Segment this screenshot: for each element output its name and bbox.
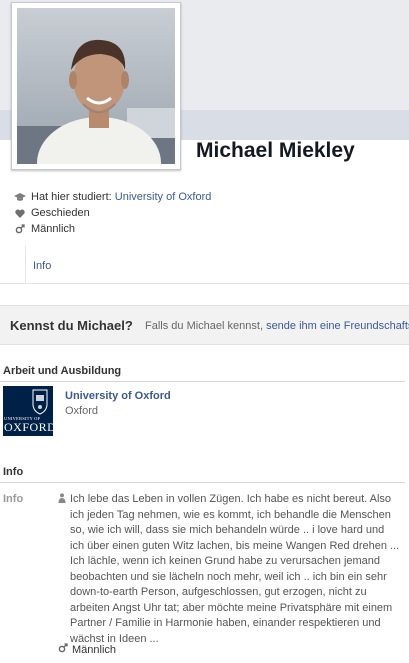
heart-icon [14,207,26,219]
tab-info[interactable]: Info [33,260,51,272]
person-icon [58,493,66,506]
info-gender-value: Männlich [72,643,117,656]
know-question: Kennst du Michael? [10,318,133,333]
intro-facts: Hat hier studiert: University of Oxford … [14,189,211,237]
male-symbol-icon [58,643,68,656]
know-person-bar: Kennst du Michael? Falls du Michael kenn… [0,305,409,345]
gender-value: Männlich [31,223,76,235]
work-school-title[interactable]: University of Oxford [65,390,171,402]
tab-divider [25,246,26,284]
studied-prefix: Hat hier studiert: [31,191,112,203]
info-section-divider [0,482,405,483]
know-text: Falls du Michael kennst, sende ihm eine … [145,320,409,332]
work-section-heading: Arbeit und Ausbildung [3,365,122,377]
studied-school-link[interactable]: University of Oxford [115,191,212,203]
oxford-crest-icon [3,386,53,436]
send-friend-request-link[interactable]: sende ihm eine Freundschaftsa [266,320,409,332]
about-text: Ich lebe das Leben in vollen Zügen. Ich … [70,493,400,645]
info-section-heading: Info [3,466,24,478]
info-gender: Männlich [58,643,116,656]
profile-picture[interactable] [11,2,181,170]
relationship-status: Geschieden [31,207,90,219]
fact-gender: Männlich [14,221,211,237]
fact-studied: Hat hier studiert: University of Oxford [14,189,211,205]
work-section-divider [0,381,405,382]
oxford-logo[interactable] [3,386,53,436]
male-symbol-icon [14,223,26,235]
info-label: Info [3,493,24,505]
fact-relationship: Geschieden [14,205,211,221]
know-text-prefix: Falls du Michael kennst, [145,320,263,332]
tab-underline [0,283,409,284]
work-school-location: Oxford [65,405,99,417]
profile-name: Michael Miekley [196,139,355,162]
graduation-cap-icon [14,191,26,203]
profile-photo-image [17,8,175,164]
